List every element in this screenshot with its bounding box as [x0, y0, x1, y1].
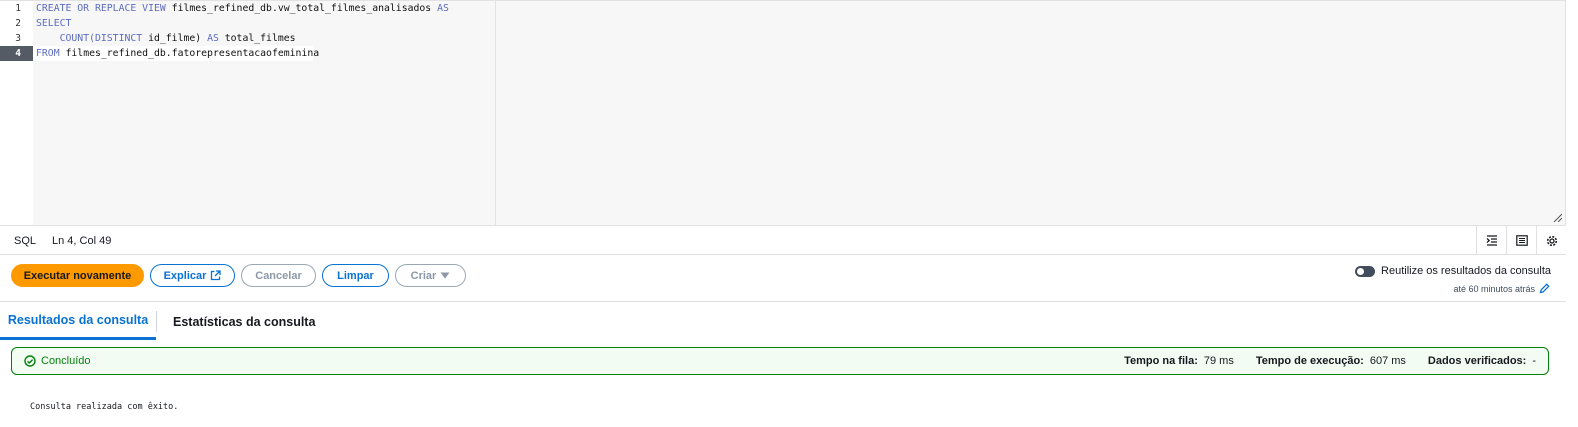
- cancel-button[interactable]: Cancelar: [241, 264, 316, 287]
- caret-down-icon: [440, 272, 450, 279]
- status-text: Concluído: [41, 355, 91, 367]
- code-line[interactable]: CREATE OR REPLACE VIEW filmes_refined_db…: [33, 1, 1565, 16]
- tab-query-stats[interactable]: Estatísticas da consulta: [173, 303, 315, 340]
- reuse-label: Reutilize os resultados da consulta: [1381, 265, 1551, 277]
- run-again-button[interactable]: Executar novamente: [11, 264, 144, 287]
- tab-divider: [156, 311, 157, 332]
- editor-status-bar: SQL Ln 4, Col 49: [0, 226, 1566, 255]
- format-indent-icon[interactable]: [1476, 226, 1506, 255]
- reuse-duration-label: até 60 minutos atrás: [1453, 283, 1535, 294]
- print-margin: [495, 1, 496, 225]
- explain-button[interactable]: Explicar: [150, 264, 235, 287]
- code-line[interactable]: SELECT: [33, 16, 1565, 31]
- create-label: Criar: [410, 269, 437, 282]
- reuse-results-toggle[interactable]: Reutilize os resultados da consulta: [1355, 265, 1551, 277]
- create-dropdown-button[interactable]: Criar: [395, 264, 466, 287]
- query-status-alert: Concluído Tempo na fila: 79 ms Tempo de e…: [11, 347, 1549, 375]
- result-message: Consulta realizada com êxito.: [30, 402, 179, 412]
- gear-icon[interactable]: [1536, 226, 1566, 255]
- line-number-gutter: 1 2 3 4: [0, 1, 33, 225]
- queue-time: Tempo na fila: 79 ms: [1124, 355, 1234, 367]
- line-number: 1: [15, 3, 21, 14]
- clear-button[interactable]: Limpar: [322, 264, 389, 287]
- line-number-active: 4: [0, 46, 33, 61]
- status-success: Concluído: [24, 355, 91, 367]
- pencil-icon[interactable]: [1539, 283, 1550, 294]
- resize-grip-icon[interactable]: [1552, 212, 1562, 222]
- result-tabs: Resultados da consulta Estatísticas da c…: [0, 303, 1566, 340]
- code-line-active[interactable]: FROM filmes_refined_db.fatorepresentacao…: [33, 46, 319, 61]
- code-line[interactable]: COUNT(DISTINCT id_filme) AS total_filmes: [33, 31, 1565, 46]
- reuse-duration[interactable]: até 60 minutos atrás: [1453, 283, 1550, 294]
- line-number: 3: [15, 33, 21, 44]
- toggle-switch[interactable]: [1355, 265, 1376, 277]
- check-circle-icon: [24, 355, 36, 367]
- panel-icon[interactable]: [1506, 226, 1536, 255]
- explain-label: Explicar: [163, 269, 207, 282]
- execution-time: Tempo de execução: 607 ms: [1255, 355, 1406, 367]
- sql-editor[interactable]: 1 2 3 4 CREATE OR REPLACE VIEW filmes_re…: [0, 0, 1566, 226]
- external-link-icon: [211, 270, 222, 281]
- tab-query-results[interactable]: Resultados da consulta: [0, 303, 156, 340]
- language-label: SQL: [14, 235, 37, 247]
- code-area[interactable]: CREATE OR REPLACE VIEW filmes_refined_db…: [33, 1, 1565, 225]
- line-number: 2: [15, 18, 21, 29]
- data-scanned: Dados verificados: -: [1427, 355, 1536, 367]
- query-toolbar: Executar novamente Explicar Cancelar Lim…: [0, 256, 1566, 302]
- cursor-position: Ln 4, Col 49: [52, 235, 112, 247]
